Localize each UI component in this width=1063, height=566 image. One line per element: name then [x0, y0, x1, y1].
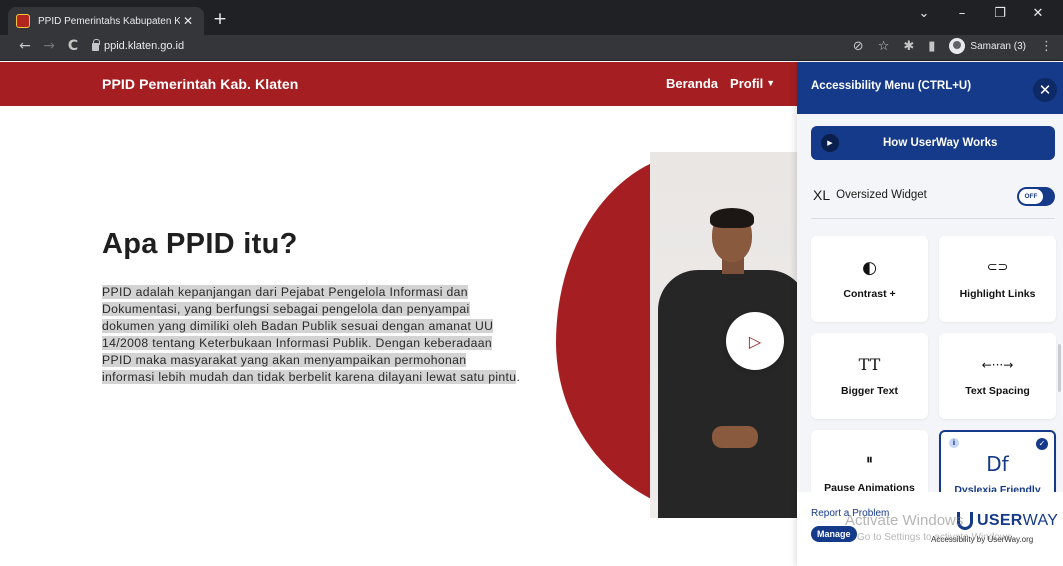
- video-play-button[interactable]: ▷: [726, 312, 784, 370]
- highlight-links-label: Highlight Links: [959, 288, 1036, 300]
- accessibility-panel: Accessibility Menu (CTRL+U) ✕ ▶ How User…: [797, 62, 1063, 566]
- info-icon[interactable]: i: [949, 438, 959, 448]
- pause-animations-icon: ⏸: [866, 452, 873, 468]
- browser-toolbar: ← → C ppid.klaten.go.id ⊘ ☆ ✱ ▮ Samaran …: [0, 35, 1063, 61]
- link-icon: ⊂⊃: [986, 260, 1009, 275]
- xl-icon: XL: [813, 187, 831, 203]
- activate-windows-subtitle: Go to Settings to activate Windows.: [857, 532, 1015, 543]
- bookmark-star-icon[interactable]: ☆: [878, 39, 890, 54]
- accessibility-panel-header: Accessibility Menu (CTRL+U) ✕: [797, 62, 1063, 114]
- forward-button[interactable]: →: [40, 38, 58, 54]
- contrast-icon: ◐: [862, 258, 877, 278]
- toolbar-icons: ⊘ ☆ ✱ ▮ Samaran (3) ⋮: [853, 38, 1053, 54]
- nav-beranda[interactable]: Beranda: [666, 76, 718, 91]
- tab-close-icon[interactable]: ✕: [180, 14, 196, 28]
- nav-profil-label: Profil: [730, 76, 764, 91]
- presenter-hair: [710, 208, 754, 228]
- text-spacing-card[interactable]: ←···→ Text Spacing: [939, 333, 1056, 419]
- browser-menu-icon[interactable]: ⋮: [1040, 39, 1053, 54]
- accessibility-panel-footer: Report a Problem Manage USERWAY Accessib…: [797, 492, 1063, 566]
- reload-button[interactable]: C: [64, 38, 82, 54]
- extensions-puzzle-icon[interactable]: ✱: [903, 39, 914, 54]
- tab-title: PPID Pemerintahs Kabupaten Kla: [38, 15, 180, 27]
- browser-tab[interactable]: PPID Pemerintahs Kabupaten Kla ✕: [8, 7, 204, 35]
- new-tab-button[interactable]: +: [210, 9, 230, 29]
- nav-profil[interactable]: Profil ▼: [730, 76, 775, 91]
- site-favicon-icon: [16, 14, 30, 28]
- hero-paragraph: PPID adalah kepanjangan dari Pejabat Pen…: [102, 284, 522, 386]
- browser-tab-bar: PPID Pemerintahs Kabupaten Kla ✕ + ⌄ – ❐…: [0, 0, 1063, 35]
- text-size-icon: TT: [858, 355, 881, 374]
- paragraph-end: .: [516, 370, 521, 384]
- highlight-links-card[interactable]: ⊂⊃ Highlight Links: [939, 236, 1056, 322]
- activate-windows-title: Activate Windows: [845, 512, 964, 529]
- toggle-state: OFF: [1019, 189, 1043, 204]
- incognito-privacy-icon[interactable]: ⊘: [853, 39, 864, 54]
- restore-button[interactable]: ❐: [981, 6, 1019, 21]
- how-userway-works-button[interactable]: ▶ How UserWay Works: [811, 126, 1055, 160]
- profile-button[interactable]: Samaran (3): [949, 38, 1026, 54]
- dyslexia-icon: Df: [986, 452, 1009, 476]
- bigger-text-card[interactable]: TT Bigger Text: [811, 333, 928, 419]
- logo-suffix: WAY: [1022, 512, 1059, 529]
- contrast-card[interactable]: ◐ Contrast +: [811, 236, 928, 322]
- close-window-button[interactable]: ✕: [1019, 6, 1057, 21]
- site-title[interactable]: PPID Pemerintah Kab. Klaten: [102, 76, 298, 92]
- oversized-widget-row: XL Oversized Widget: [813, 187, 927, 203]
- logo-prefix: USER: [977, 512, 1023, 529]
- close-panel-button[interactable]: ✕: [1033, 78, 1057, 102]
- play-icon: ▶: [821, 134, 839, 152]
- selected-text: PPID adalah kepanjangan dari Pejabat Pen…: [102, 285, 517, 384]
- profile-avatar-icon: [949, 38, 966, 54]
- hero-heading: Apa PPID itu?: [102, 228, 298, 260]
- divider: [811, 218, 1055, 219]
- lock-icon[interactable]: [92, 39, 100, 51]
- window-controls: ⌄ – ❐ ✕: [905, 6, 1057, 21]
- contrast-label: Contrast +: [843, 288, 896, 300]
- minimize-button[interactable]: –: [943, 6, 981, 21]
- profile-name: Samaran (3): [970, 40, 1026, 52]
- caret-down-icon: ▼: [766, 78, 776, 88]
- presenter-hands: [712, 426, 758, 448]
- check-icon: ✓: [1036, 438, 1048, 450]
- back-button[interactable]: ←: [16, 38, 34, 54]
- how-userway-works-label: How UserWay Works: [883, 137, 998, 149]
- panel-scrollbar[interactable]: [1058, 344, 1061, 392]
- side-panel-icon[interactable]: ▮: [928, 39, 935, 54]
- userway-logo[interactable]: USERWAY: [977, 512, 1058, 530]
- oversized-widget-toggle[interactable]: OFF: [1017, 187, 1055, 206]
- play-icon: ▷: [748, 331, 762, 351]
- tab-search-icon[interactable]: ⌄: [905, 6, 943, 21]
- accessibility-panel-title: Accessibility Menu (CTRL+U): [811, 80, 972, 92]
- presenter-body: [658, 270, 800, 518]
- text-spacing-label: Text Spacing: [965, 385, 1030, 397]
- site-nav: Beranda Profil ▼: [666, 76, 775, 91]
- bigger-text-label: Bigger Text: [841, 385, 898, 397]
- oversized-widget-label: Oversized Widget: [836, 189, 927, 201]
- text-spacing-icon: ←···→: [981, 358, 1014, 372]
- address-bar[interactable]: ppid.klaten.go.id: [104, 40, 184, 52]
